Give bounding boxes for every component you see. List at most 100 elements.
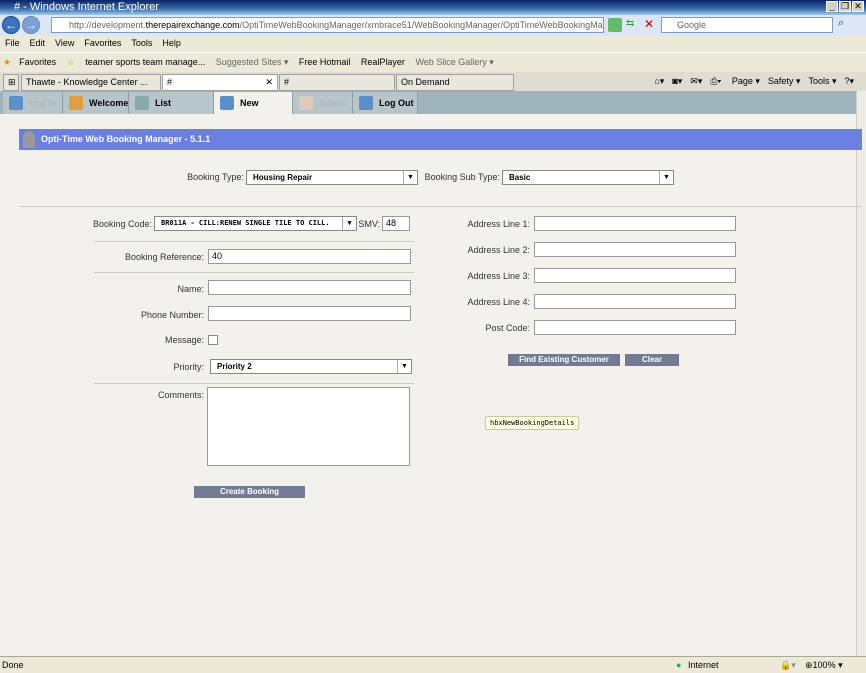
nav-new-booking[interactable]: New Booking — [214, 92, 293, 130]
post-code-label: Post Code: — [485, 323, 530, 333]
menu-help[interactable]: Help — [162, 38, 181, 48]
favorite-link-teamer[interactable]: teamer sports team manage... — [85, 57, 205, 67]
status-text: Done — [2, 660, 24, 670]
create-booking-button[interactable]: Create Booking — [194, 486, 305, 498]
menu-edit[interactable]: Edit — [30, 38, 46, 48]
divider — [94, 272, 414, 273]
nav-list-bookings[interactable]: List Bookings — [129, 92, 214, 130]
nav-label: Log In — [29, 98, 56, 108]
zoom-control[interactable]: ⊕100% ▾ — [805, 657, 843, 673]
close-button[interactable]: ✕ — [852, 1, 864, 12]
browser-tab-on-demand[interactable]: On Demand — [396, 74, 514, 91]
smv-value: 48 — [386, 218, 397, 228]
post-code-input[interactable] — [534, 320, 736, 335]
admin-icon — [299, 96, 313, 110]
command-bar: ⌂▾ ◙▾ ✉▾ ⎙▾ Page ▾ Safety ▾ Tools ▾ ?▾ — [646, 72, 854, 91]
user-icon — [23, 131, 35, 148]
favorite-link-realplayer[interactable]: RealPlayer — [361, 57, 405, 67]
booking-reference-input[interactable]: 40 — [208, 249, 411, 264]
divider — [19, 206, 862, 207]
address-line-4-input[interactable] — [534, 294, 736, 309]
favorites-button[interactable]: Favorites — [19, 57, 56, 67]
stop-icon[interactable]: ✕ — [644, 17, 654, 31]
selected-value: Basic — [509, 173, 531, 182]
protected-mode-icon[interactable]: 🔒▾ — [780, 657, 796, 673]
status-bar: Done ● Internet 🔒▾ ⊕100% ▾ — [0, 656, 866, 673]
chevron-down-icon: ▼ — [659, 171, 673, 184]
address-line-2-input[interactable] — [534, 242, 736, 257]
priority-select[interactable]: Priority 2 ▼ — [210, 359, 412, 374]
tooltip: hbxNewBookingDetails — [485, 416, 580, 430]
search-icon[interactable]: ⌕ — [838, 17, 844, 30]
tab-label: # — [167, 77, 173, 87]
name-input[interactable] — [208, 280, 411, 295]
address-bar[interactable]: http://development.therepairexchange.com… — [51, 17, 604, 33]
booking-code-select[interactable]: BR011A - CILL:RENEW SINGLE TILE TO CILL.… — [154, 216, 357, 231]
zone-text: Internet — [688, 660, 719, 670]
tools-menu[interactable]: Tools ▾ — [808, 76, 836, 86]
back-icon[interactable]: ← — [2, 16, 20, 34]
nav-log-in[interactable]: Log In — [3, 92, 63, 114]
quick-tabs-icon[interactable]: ⊞ — [3, 74, 19, 91]
favorite-link-web-slice[interactable]: Web Slice Gallery ▾ — [415, 57, 493, 67]
comments-textarea[interactable] — [207, 387, 410, 466]
address-line-3-input[interactable] — [534, 268, 736, 283]
menu-file[interactable]: File — [5, 38, 20, 48]
vertical-scrollbar[interactable] — [856, 91, 866, 656]
refresh-icon[interactable]: ⇆ — [626, 18, 640, 32]
message-checkbox[interactable] — [208, 335, 218, 345]
favorite-link-hotmail[interactable]: Free Hotmail — [299, 57, 351, 67]
browser-tab-2[interactable]: # — [279, 74, 395, 91]
selected-value: Housing Repair — [253, 173, 313, 182]
help-icon[interactable]: ?▾ — [844, 76, 854, 86]
booking-code-label: Booking Code: — [92, 219, 152, 229]
menu-bar: File Edit View Favorites Tools Help — [0, 36, 866, 51]
booking-type-label: Booking Type: — [187, 172, 244, 182]
safety-menu[interactable]: Safety ▾ — [768, 76, 801, 86]
address-line-1-label: Address Line 1: — [467, 219, 530, 229]
restore-button[interactable]: ❐ — [839, 1, 851, 12]
mail-icon[interactable]: ✉▾ — [690, 76, 702, 86]
minimize-button[interactable]: _ — [826, 1, 838, 12]
smv-input[interactable]: 48 — [382, 216, 410, 231]
comments-label: Comments: — [157, 390, 204, 400]
message-label: Message: — [164, 335, 204, 345]
home-icon[interactable]: ⌂▾ — [654, 76, 664, 86]
search-input[interactable]: Google — [661, 17, 833, 33]
favorite-link-suggested-sites[interactable]: Suggested Sites ▾ — [216, 57, 289, 67]
browser-tab-active[interactable]: # ✕ — [162, 74, 278, 91]
booking-sub-type-select[interactable]: Basic ▼ — [502, 170, 674, 185]
booking-reference-label: Booking Reference: — [124, 252, 204, 262]
tab-label: Thawte - Knowledge Center ... — [26, 77, 148, 87]
browser-tab-thawte[interactable]: Thawte - Knowledge Center ... — [21, 74, 161, 91]
clear-button[interactable]: Clear — [625, 354, 679, 366]
close-tab-icon[interactable]: ✕ — [265, 75, 273, 90]
find-existing-customer-button[interactable]: Find Existing Customer — [508, 354, 620, 366]
content-area — [0, 114, 856, 656]
forward-icon[interactable]: → — [22, 16, 40, 34]
address-line-1-input[interactable] — [534, 216, 736, 231]
feeds-icon[interactable]: ◙▾ — [672, 76, 682, 86]
menu-tools[interactable]: Tools — [131, 38, 152, 48]
app-banner: Opti-Time Web Booking Manager - 5.1.1 — [19, 129, 862, 150]
booking-type-select[interactable]: Housing Repair ▼ — [246, 170, 418, 185]
compatibility-icon[interactable] — [608, 18, 622, 32]
nav-welcome[interactable]: Welcome — [63, 92, 129, 114]
nav-log-out[interactable]: Log Out — [353, 92, 418, 114]
menu-favorites[interactable]: Favorites — [84, 38, 121, 48]
add-favorite-icon[interactable]: ☆ — [67, 57, 75, 67]
menu-view[interactable]: View — [55, 38, 74, 48]
booking-reference-value: 40 — [212, 251, 223, 261]
login-icon — [9, 96, 23, 110]
list-icon — [135, 96, 149, 110]
address-line-3-label: Address Line 3: — [467, 271, 530, 281]
globe-icon: ● — [676, 660, 682, 670]
address-line-2-label: Address Line 2: — [467, 245, 530, 255]
new-booking-icon — [220, 96, 234, 110]
page-menu[interactable]: Page ▾ — [732, 76, 760, 86]
print-icon[interactable]: ⎙▾ — [710, 76, 721, 86]
logout-icon — [359, 96, 373, 110]
nav-admin[interactable]: Admin — [293, 92, 353, 114]
phone-input[interactable] — [208, 306, 411, 321]
nav-label: Admin — [319, 98, 347, 108]
